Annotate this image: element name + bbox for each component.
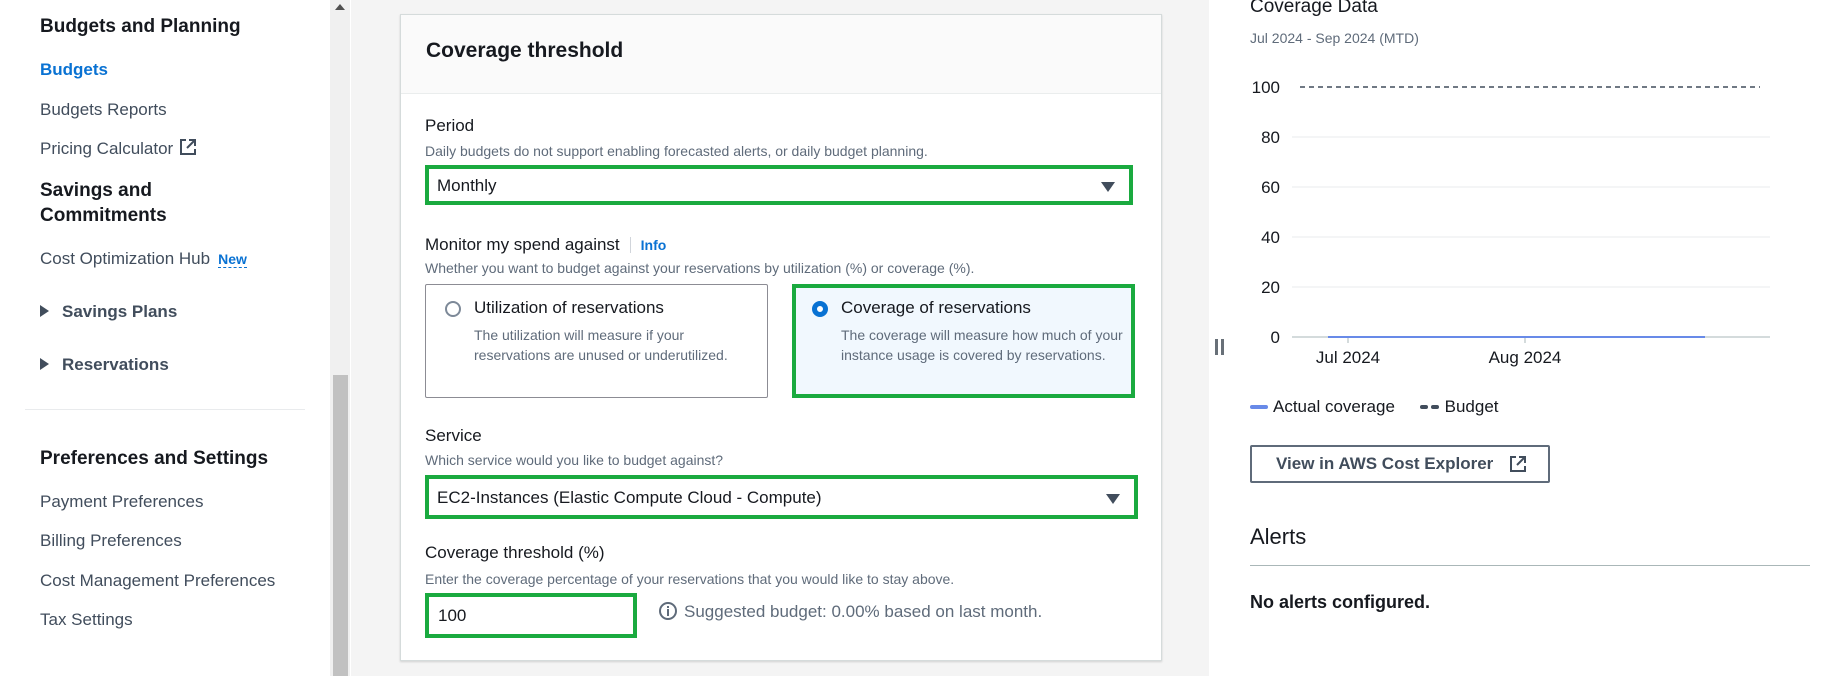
caret-down-icon: [1101, 182, 1115, 192]
legend-actual-coverage[interactable]: Actual coverage: [1250, 397, 1395, 417]
suggested-budget-text: Suggested budget: 0.00% based on last mo…: [684, 602, 1043, 621]
utilization-option-tile[interactable]: Utilization of reservations The utilizat…: [425, 284, 768, 398]
sidebar-item-budgets[interactable]: Budgets: [40, 59, 108, 81]
service-select-value: EC2-Instances (Elastic Compute Cloud - C…: [437, 488, 822, 507]
y-tick-label: 40: [1261, 228, 1280, 247]
sidebar-item-pricing-calculator[interactable]: Pricing Calculator: [40, 138, 197, 160]
sidebar-item-reservations[interactable]: Reservations: [40, 354, 169, 376]
coverage-data-subtitle: Jul 2024 - Sep 2024 (MTD): [1250, 30, 1419, 46]
caret-right-icon: [40, 358, 49, 370]
service-select[interactable]: EC2-Instances (Elastic Compute Cloud - C…: [425, 475, 1138, 519]
x-tick-label: Aug 2024: [1489, 348, 1562, 367]
external-link-icon: [180, 139, 197, 155]
alerts-heading: Alerts: [1250, 524, 1307, 549]
sidebar-item-budgets-reports[interactable]: Budgets Reports: [40, 99, 167, 121]
monitor-description: Whether you want to budget against your …: [425, 260, 975, 276]
service-label: Service: [425, 426, 482, 445]
monitor-label: Monitor my spend against Info: [425, 235, 667, 255]
sidebar-item-tax-settings[interactable]: Tax Settings: [40, 609, 133, 631]
view-in-cost-explorer-label: View in AWS Cost Explorer: [1276, 454, 1494, 473]
card-header: Coverage threshold: [401, 15, 1161, 94]
sidebar-item-label: Reservations: [62, 355, 169, 374]
service-description: Which service would you like to budget a…: [425, 452, 724, 468]
utilization-radio[interactable]: [445, 301, 461, 317]
y-tick-label: 60: [1261, 178, 1280, 197]
coverage-threshold-input[interactable]: 100: [425, 593, 637, 638]
coverage-chart: 0 20 40 60 80 100 Jul 2024 Aug 2024: [1252, 78, 1770, 367]
sidebar-item-label: Cost Optimization Hub: [40, 249, 211, 268]
sidebar-item-cost-management-preferences[interactable]: Cost Management Preferences: [40, 570, 275, 592]
y-tick-label: 20: [1261, 278, 1280, 297]
coverage-data-title: Coverage Data: [1250, 0, 1378, 17]
view-in-cost-explorer-button[interactable]: View in AWS Cost Explorer: [1250, 445, 1550, 483]
legend-dashed-line-icon: [1419, 405, 1439, 409]
utilization-option-title: Utilization of reservations: [474, 298, 664, 317]
y-tick-label: 100: [1252, 78, 1280, 97]
sidebar-item-label: Pricing Calculator: [40, 139, 174, 158]
caret-right-icon: [40, 305, 49, 317]
sidebar-heading-preferences: Preferences and Settings: [40, 448, 269, 469]
sidebar-item-label: Savings Plans: [62, 302, 178, 321]
sidebar-nav: Budgets and Planning Budgets Budgets Rep…: [0, 0, 330, 676]
legend-budget[interactable]: Budget: [1419, 397, 1499, 417]
caret-down-icon: [1106, 494, 1120, 504]
coverage-option-desc: The coverage will measure how much of yo…: [841, 327, 1123, 363]
sidebar-item-billing-preferences[interactable]: Billing Preferences: [40, 530, 182, 552]
utilization-option-desc: The utilization will measure if your res…: [474, 327, 728, 363]
period-select-value: Monthly: [437, 176, 497, 195]
period-description: Daily budgets do not support enabling fo…: [425, 143, 928, 159]
coverage-radio[interactable]: [812, 301, 828, 317]
coverage-option-title: Coverage of reservations: [841, 298, 1031, 317]
monitor-label-text: Monitor my spend against: [425, 235, 620, 254]
legend-solid-line-icon: [1250, 405, 1268, 409]
coverage-option-tile[interactable]: Coverage of reservations The coverage wi…: [792, 284, 1135, 398]
alerts-divider: [1250, 565, 1810, 566]
scrollbar-thumb[interactable]: [333, 375, 348, 676]
chart-legend: Actual coverage Budget: [1250, 395, 1519, 417]
card-title: Coverage threshold: [426, 39, 624, 62]
period-label: Period: [425, 116, 475, 135]
sidebar-item-payment-preferences[interactable]: Payment Preferences: [40, 491, 203, 513]
alerts-empty-message: No alerts configured.: [1250, 592, 1431, 612]
sidebar-item-cost-optimization-hub[interactable]: Cost Optimization Hub New: [40, 248, 247, 270]
info-link[interactable]: Info: [629, 237, 667, 253]
coverage-threshold-value: 100: [438, 606, 467, 625]
external-link-icon: [1510, 456, 1526, 472]
threshold-description: Enter the coverage percentage of your re…: [425, 571, 955, 587]
y-tick-label: 0: [1271, 328, 1280, 347]
suggested-budget: Suggested budget: 0.00% based on last mo…: [658, 601, 1042, 622]
sidebar-divider: [25, 409, 305, 410]
y-tick-label: 80: [1261, 128, 1280, 147]
scroll-up-arrow-icon[interactable]: [335, 4, 345, 10]
legend-label: Budget: [1444, 397, 1499, 416]
info-circle-icon: [659, 602, 677, 620]
threshold-label: Coverage threshold (%): [425, 543, 605, 562]
sidebar-heading-savings-line2: Commitments: [40, 205, 167, 226]
new-badge: New: [218, 251, 247, 268]
panel-resize-handle[interactable]: [1215, 339, 1227, 355]
sidebar-heading-savings-line1: Savings and: [40, 180, 152, 201]
legend-label: Actual coverage: [1273, 397, 1395, 416]
period-select[interactable]: Monthly: [425, 165, 1133, 205]
sidebar-heading-budgets-planning: Budgets and Planning: [40, 16, 241, 37]
x-tick-label: Jul 2024: [1316, 348, 1380, 367]
sidebar-item-savings-plans[interactable]: Savings Plans: [40, 301, 177, 323]
